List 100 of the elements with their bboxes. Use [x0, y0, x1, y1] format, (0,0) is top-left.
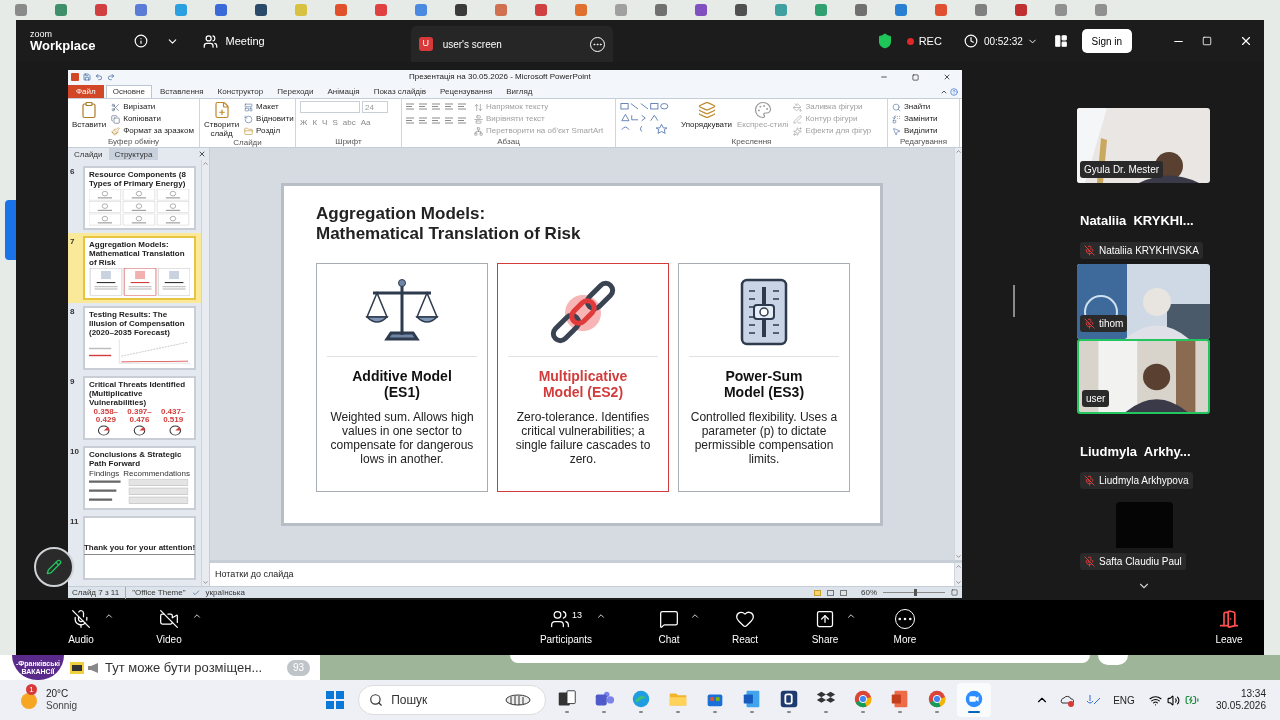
- ribbon-button[interactable]: Виділити: [892, 126, 938, 136]
- toolbar-button[interactable]: Share: [792, 606, 858, 649]
- slide-thumbnail[interactable]: Resource Components (8 Types of Primary Energy): [83, 166, 196, 230]
- ribbon-tab[interactable]: Показ слайдів: [367, 85, 433, 98]
- search-input[interactable]: Пошук: [391, 691, 494, 709]
- scroll-up-icon[interactable]: [955, 148, 962, 155]
- ribbon-button[interactable]: Вирізати: [111, 102, 194, 112]
- align-icon[interactable]: [419, 103, 427, 110]
- slide-thumbnail[interactable]: Thank you for your attention!: [83, 516, 196, 580]
- format-button[interactable]: Aa: [360, 119, 371, 127]
- format-button[interactable]: S: [332, 119, 338, 127]
- input-language[interactable]: ENG: [1113, 692, 1135, 708]
- favicon-icon[interactable]: [694, 3, 708, 17]
- scrollbar[interactable]: [954, 148, 962, 560]
- fit-icon[interactable]: [951, 589, 958, 596]
- scrollbar[interactable]: [954, 563, 962, 586]
- favicon-icon[interactable]: [734, 3, 748, 17]
- clock-date[interactable]: 30.05.2026: [1215, 700, 1266, 713]
- favicon-icon[interactable]: [1014, 3, 1028, 17]
- favicon-icon[interactable]: [854, 3, 868, 17]
- align-icon[interactable]: [432, 117, 440, 124]
- video-tile[interactable]: tihom: [1077, 263, 1210, 339]
- undo-icon[interactable]: [95, 73, 103, 81]
- toolbar-button[interactable]: More: [880, 606, 930, 649]
- ribbon-large-button[interactable]: Вставити: [72, 101, 107, 129]
- meeting-button[interactable]: Meeting: [202, 32, 265, 50]
- ribbon-large-button[interactable]: Упорядкувати: [681, 101, 733, 129]
- collapse-ribbon-icon[interactable]: [940, 88, 948, 96]
- scroll-down-icon[interactable]: [202, 579, 209, 586]
- format-button[interactable]: abc: [342, 119, 356, 127]
- ribbon-tab[interactable]: Переходи: [271, 85, 320, 98]
- slide-thumbnail[interactable]: Critical Threats Identified (Multiplicative Vulnerabilities) 0.358–0.429 0.397–0.476 0.437–0.519: [83, 376, 196, 440]
- toolbar-button[interactable]: Audio: [46, 606, 116, 649]
- align-icon[interactable]: [458, 103, 466, 110]
- favicon-icon[interactable]: [214, 3, 228, 17]
- video-tile[interactable]: user: [1077, 338, 1210, 414]
- align-icon[interactable]: [406, 103, 414, 110]
- leave-button[interactable]: Leave: [1204, 608, 1254, 647]
- ribbon-button[interactable]: Відновити: [244, 114, 294, 124]
- ribbon-button[interactable]: Формат за зразком: [111, 126, 194, 136]
- align-icon[interactable]: [432, 103, 440, 110]
- ribbon-tab[interactable]: Анімація: [321, 85, 366, 98]
- slider-thumb[interactable]: [914, 589, 917, 596]
- font-name-field[interactable]: [300, 101, 360, 113]
- windows-logo-icon[interactable]: [325, 690, 346, 710]
- wifi-icon[interactable]: [1148, 693, 1162, 707]
- resize-handle[interactable]: [1013, 285, 1015, 317]
- align-icon[interactable]: [458, 117, 466, 124]
- scroll-up-icon[interactable]: [955, 563, 962, 570]
- battery-icon[interactable]: [1184, 693, 1199, 707]
- align-icon[interactable]: [406, 117, 414, 124]
- format-button[interactable]: Ч: [322, 119, 328, 127]
- ribbon-button[interactable]: Замінити: [892, 114, 938, 124]
- redo-icon[interactable]: [107, 73, 115, 81]
- layout-icon[interactable]: [1053, 34, 1068, 48]
- align-icon[interactable]: [445, 117, 453, 124]
- clock-time[interactable]: 13:34: [1240, 687, 1266, 700]
- save-icon[interactable]: [83, 73, 91, 81]
- message-input[interactable]: [510, 655, 1090, 663]
- volume-icon[interactable]: [1166, 693, 1180, 707]
- screen-share-tab[interactable]: U user's screen: [410, 26, 613, 62]
- sign-in-button[interactable]: Sign in: [1081, 29, 1132, 53]
- favicon-icon[interactable]: [454, 3, 468, 17]
- scroll-down-icon[interactable]: [955, 579, 962, 586]
- format-button[interactable]: Ж: [300, 119, 308, 127]
- spellcheck-icon[interactable]: [191, 588, 200, 597]
- ribbon-button[interactable]: Знайти: [892, 102, 938, 112]
- ribbon-tab[interactable]: Вигляд: [500, 85, 539, 98]
- file-tab[interactable]: Файл: [68, 85, 104, 98]
- pane-tab[interactable]: Структура: [108, 148, 159, 160]
- toolbar-button[interactable]: 13 Participants: [524, 606, 608, 649]
- favicon-icon[interactable]: [654, 3, 668, 17]
- scroll-up-icon[interactable]: [202, 160, 209, 167]
- shield-icon[interactable]: [876, 33, 893, 49]
- favicon-icon[interactable]: [254, 3, 268, 17]
- ribbon-button[interactable]: Макет: [244, 102, 294, 112]
- ribbon-tab[interactable]: Конструктор: [211, 85, 270, 98]
- video-tile[interactable]: Gyula Dr. Mester: [1077, 108, 1210, 183]
- toolbar-button[interactable]: Chat: [636, 606, 702, 649]
- search-field[interactable]: Пошук: [358, 685, 547, 715]
- slide-thumbnail[interactable]: Testing Results: The Illusion of Compensation (2020–2035 Forecast): [83, 306, 196, 370]
- toolbar-button[interactable]: Video: [134, 606, 204, 649]
- close-icon[interactable]: [198, 150, 206, 158]
- close-icon[interactable]: [943, 73, 951, 81]
- maximize-icon[interactable]: [912, 73, 919, 81]
- slide-thumbnail[interactable]: Conclusions & Strategic Path Forward Findings Recommendations: [83, 446, 196, 510]
- ribbon-button[interactable]: Розділ: [244, 126, 294, 136]
- scroll-down-icon[interactable]: [955, 553, 962, 560]
- toolbar-button[interactable]: React: [720, 606, 770, 649]
- format-button[interactable]: К: [312, 119, 318, 127]
- ribbon-tab[interactable]: Основне: [105, 85, 152, 98]
- ribbon-large-button[interactable]: Створити слайд: [204, 101, 240, 138]
- scrollbar[interactable]: [201, 160, 209, 586]
- send-button[interactable]: [1098, 655, 1128, 665]
- ribbon-button[interactable]: Копіювати: [111, 114, 194, 124]
- ribbon-tab[interactable]: Вставлення: [153, 85, 210, 98]
- align-icon[interactable]: [419, 117, 427, 124]
- slide-thumbnail[interactable]: Aggregation Models: Mathematical Translation of Risk: [83, 236, 196, 300]
- info-icon[interactable]: [133, 34, 148, 48]
- align-icon[interactable]: [445, 103, 453, 110]
